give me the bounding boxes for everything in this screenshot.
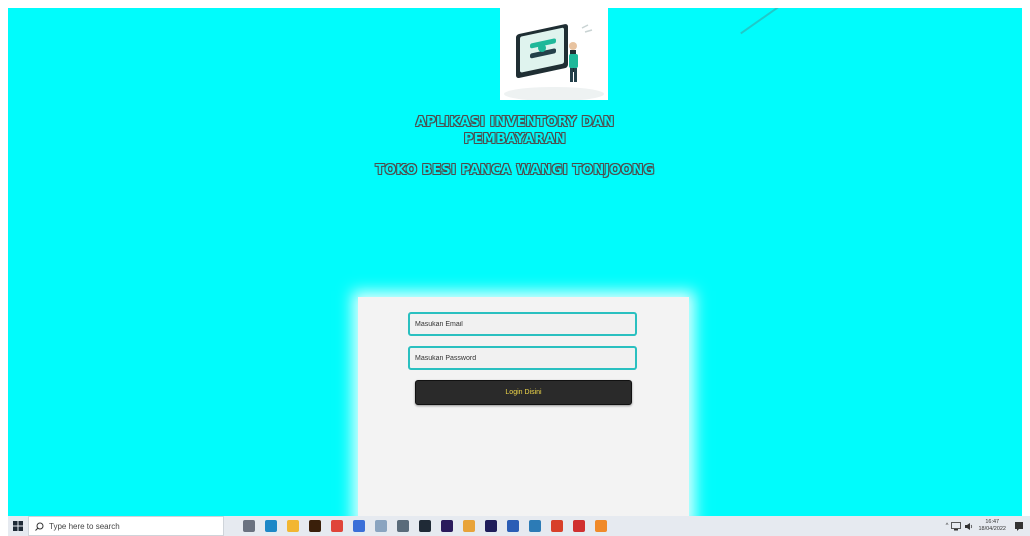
illustrator-icon[interactable]	[309, 520, 321, 532]
hero-illustration	[500, 8, 608, 100]
app-title-line-1: APLIKASI INVENTORY DAN	[415, 115, 615, 130]
clock-date: 18/04/2022	[978, 526, 1006, 532]
app-red-icon[interactable]	[331, 520, 343, 532]
browser-viewport: APLIKASI INVENTORY DAN PEMBAYARAN TOKO B…	[8, 8, 1022, 516]
app-dark-icon[interactable]	[419, 520, 431, 532]
email-field[interactable]	[408, 312, 637, 336]
system-tray: ^ 16:47 18/04/2022	[943, 516, 1024, 536]
wps-icon[interactable]	[573, 520, 585, 532]
app-title-line-2: PEMBAYARAN	[463, 132, 567, 147]
windows-taskbar: Type here to search ^ 16:47 18/04/2022	[8, 516, 1030, 536]
notification-icon[interactable]	[1014, 521, 1024, 531]
taskbar-clock[interactable]: 16:47 18/04/2022	[978, 519, 1006, 533]
after-effects-icon[interactable]	[441, 520, 453, 532]
chrome-icon[interactable]	[463, 520, 475, 532]
edge-icon[interactable]	[265, 520, 277, 532]
app-round-icon[interactable]	[529, 520, 541, 532]
network-icon[interactable]	[951, 521, 962, 531]
volume-icon[interactable]	[964, 522, 974, 531]
taskbar-search-box[interactable]: Type here to search	[28, 516, 224, 536]
store-name: TOKO BESI PANCA WANGI TONJOONG	[375, 163, 655, 178]
clock-time: 16:47	[985, 519, 1000, 525]
login-panel: Login Disini	[358, 297, 689, 516]
pen-icon[interactable]	[375, 520, 387, 532]
app-blue-icon[interactable]	[353, 520, 365, 532]
password-field[interactable]	[408, 346, 637, 370]
show-hidden-icons-button[interactable]: ^	[946, 523, 949, 529]
windows-logo-icon	[13, 521, 23, 531]
xampp-icon[interactable]	[595, 520, 607, 532]
file-explorer-icon[interactable]	[287, 520, 299, 532]
task-view-icon[interactable]	[243, 520, 255, 532]
word-icon[interactable]	[507, 520, 519, 532]
start-button[interactable]	[8, 516, 28, 536]
search-icon	[35, 522, 44, 531]
app-gray-icon[interactable]	[397, 520, 409, 532]
search-placeholder: Type here to search	[49, 521, 120, 531]
premiere-icon[interactable]	[485, 520, 497, 532]
login-button[interactable]: Login Disini	[415, 380, 632, 405]
inventory-illustration-icon	[504, 24, 604, 100]
pinned-apps	[238, 520, 612, 532]
decorative-stroke	[740, 8, 787, 35]
office-icon[interactable]	[551, 520, 563, 532]
